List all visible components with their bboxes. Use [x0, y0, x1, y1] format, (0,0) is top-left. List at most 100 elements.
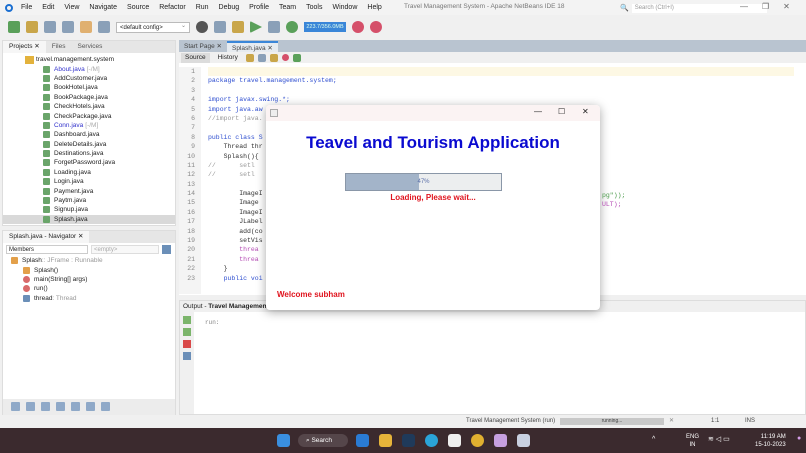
save-all-icon[interactable]	[62, 21, 74, 33]
java-app-icon[interactable]	[517, 434, 530, 447]
menu-help[interactable]: Help	[367, 4, 381, 11]
splash-close-button[interactable]: ✕	[582, 107, 589, 116]
new-project-icon[interactable]	[26, 21, 38, 33]
project-file-item[interactable]: Dashboard.java	[3, 130, 175, 139]
navigator-member[interactable]: run()	[3, 284, 175, 293]
filter-static-icon[interactable]	[41, 402, 50, 411]
class-node[interactable]: Splash :: JFrame : Runnable	[3, 256, 175, 265]
tab-projects[interactable]: Projects ✕	[3, 41, 46, 53]
config-select[interactable]: <default config>	[116, 21, 190, 33]
menu-navigate[interactable]: Navigate	[89, 4, 117, 11]
netbeans-taskbar-icon[interactable]	[494, 434, 507, 447]
filter-icon[interactable]	[162, 245, 171, 254]
project-file-item[interactable]: BookHotel.java	[3, 83, 175, 92]
project-file-item[interactable]: Paytm.java	[3, 196, 175, 205]
redo-icon[interactable]	[98, 21, 110, 33]
find-icon[interactable]	[257, 53, 266, 62]
chrome-icon[interactable]	[471, 434, 484, 447]
diff-icon[interactable]	[292, 53, 301, 62]
notification-icon[interactable]: ●	[797, 435, 801, 442]
restore-button[interactable]: ❐	[762, 2, 769, 11]
project-file-item[interactable]: Splash.java	[3, 214, 175, 225]
new-file-icon[interactable]	[8, 21, 20, 33]
start-icon[interactable]	[277, 434, 290, 447]
empty-select[interactable]: <empty>	[91, 245, 159, 254]
project-file-item[interactable]: Signup.java	[3, 205, 175, 214]
file-explorer-icon[interactable]	[379, 434, 392, 447]
rerun-params-icon[interactable]	[183, 328, 191, 336]
macro-record-icon[interactable]	[281, 54, 289, 61]
tab-splash-java[interactable]: Splash.java ✕	[226, 41, 278, 52]
debug-icon[interactable]	[268, 21, 280, 33]
last-edit-icon[interactable]	[245, 53, 254, 62]
photoshop-icon[interactable]	[402, 434, 415, 447]
filter-inherited-icon[interactable]	[11, 402, 20, 411]
language-indicator[interactable]: ENG IN	[686, 433, 699, 449]
menu-debug[interactable]: Debug	[219, 4, 240, 11]
vscode-icon[interactable]	[356, 434, 369, 447]
navigator-member[interactable]: Splash()	[3, 265, 175, 274]
clean-build-icon[interactable]	[232, 21, 244, 33]
settings-icon[interactable]	[183, 352, 191, 360]
rerun-icon[interactable]	[183, 316, 191, 324]
menu-run[interactable]: Run	[196, 4, 209, 11]
profiler-icon[interactable]	[370, 21, 382, 33]
splash-minimize-button[interactable]: —	[534, 107, 542, 116]
gc-icon[interactable]	[352, 21, 364, 33]
bookmark-icon[interactable]	[269, 53, 278, 62]
splash-maximize-button[interactable]: ☐	[558, 107, 565, 116]
tray-chevron-icon[interactable]: ^	[652, 436, 655, 443]
project-file-item[interactable]: AddCustomer.java	[3, 74, 175, 83]
edge-icon[interactable]	[425, 434, 438, 447]
menu-view[interactable]: View	[64, 4, 79, 11]
filter-inner-icon[interactable]	[71, 402, 80, 411]
filter-nonpublic-icon[interactable]	[56, 402, 65, 411]
project-file-item[interactable]: Loading.java	[3, 168, 175, 177]
project-root[interactable]: travel.management.system	[3, 55, 175, 64]
navigator-member[interactable]: main(String[] args)	[3, 275, 175, 284]
stop-icon[interactable]	[183, 340, 191, 348]
menu-edit[interactable]: Edit	[42, 4, 54, 11]
undo-icon[interactable]	[80, 21, 92, 33]
project-file-item[interactable]: Payment.java	[3, 186, 175, 195]
filter-fields-icon[interactable]	[26, 402, 35, 411]
project-file-item[interactable]: CheckPackage.java	[3, 111, 175, 120]
project-file-item[interactable]: Destinations.java	[3, 149, 175, 158]
menu-team[interactable]: Team	[279, 4, 296, 11]
menu-file[interactable]: File	[21, 4, 32, 11]
globe-icon[interactable]	[196, 21, 208, 33]
navigator-member[interactable]: thread : Thread	[3, 294, 175, 303]
memory-indicator[interactable]: 223.7/356.0MB	[304, 22, 346, 32]
members-select[interactable]: Members	[6, 245, 88, 254]
close-button[interactable]: ✕	[783, 2, 790, 11]
run-icon[interactable]	[250, 21, 262, 33]
project-file-item[interactable]: DeleteDetails.java	[3, 140, 175, 149]
sort-name-icon[interactable]	[101, 402, 110, 411]
project-file-item[interactable]: BookPackage.java	[3, 93, 175, 102]
menu-tools[interactable]: Tools	[306, 4, 322, 11]
menu-window[interactable]: Window	[332, 4, 357, 11]
clock[interactable]: 11:19 AM 15-10-2023	[755, 433, 786, 449]
open-project-icon[interactable]	[44, 21, 56, 33]
store-icon[interactable]	[448, 434, 461, 447]
cancel-task-button[interactable]: ✕	[669, 417, 674, 424]
tab-navigator[interactable]: Splash.java - Navigator ✕	[3, 231, 90, 243]
tab-start-page[interactable]: Start Page ✕	[179, 41, 227, 52]
menu-source[interactable]: Source	[127, 4, 149, 11]
project-file-item[interactable]: Conn.java [-/M]	[3, 121, 175, 130]
menu-refactor[interactable]: Refactor	[159, 4, 185, 11]
tab-services[interactable]: Services	[71, 41, 108, 53]
minimize-button[interactable]: —	[740, 2, 748, 11]
source-tab[interactable]: Source	[181, 52, 210, 63]
project-file-item[interactable]: CheckHotels.java	[3, 102, 175, 111]
project-file-item[interactable]: About.java [-/M]	[3, 64, 175, 73]
profile-icon[interactable]	[286, 21, 298, 33]
history-tab[interactable]: History	[214, 53, 242, 63]
taskbar-search[interactable]: ⌕ Search	[298, 434, 348, 447]
wifi-icon[interactable]: ≋ ◁ ▭	[708, 435, 730, 443]
sort-icon[interactable]	[86, 402, 95, 411]
build-icon[interactable]	[214, 21, 226, 33]
project-file-item[interactable]: ForgetPassword.java	[3, 158, 175, 167]
tab-files[interactable]: Files	[46, 41, 72, 53]
project-file-item[interactable]: Login.java	[3, 177, 175, 186]
